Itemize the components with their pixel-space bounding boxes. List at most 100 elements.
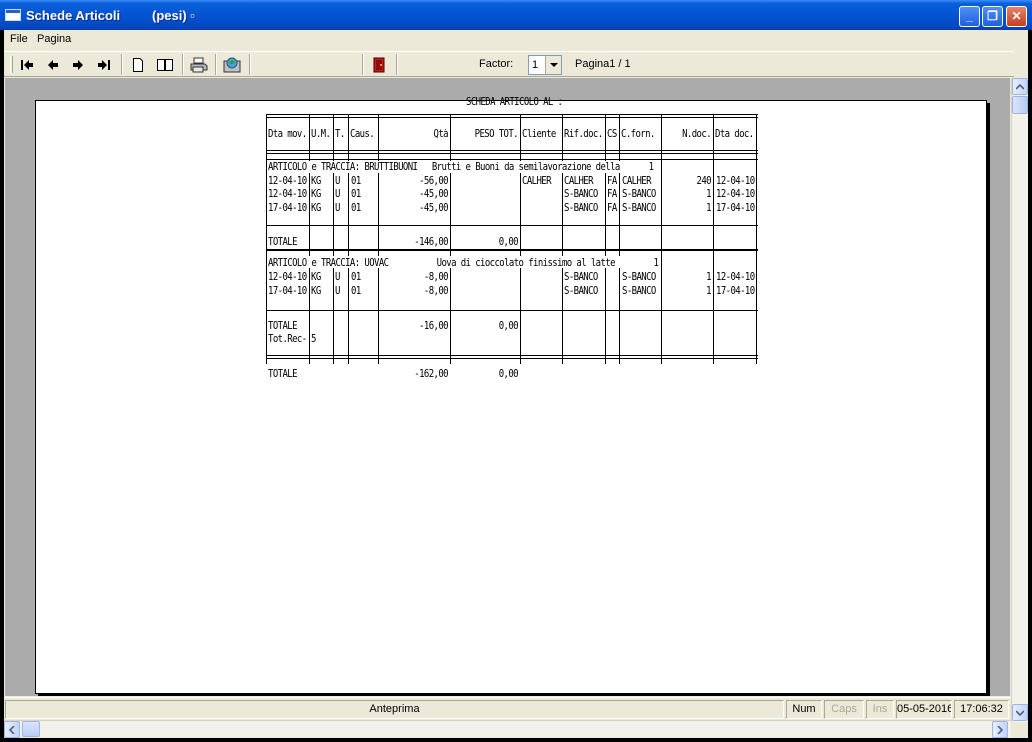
- cell-cs: FA: [607, 203, 617, 215]
- column-line: [661, 114, 662, 364]
- cell-c-forn: S-BANCO: [622, 189, 656, 201]
- window-icon[interactable]: [5, 9, 21, 21]
- cell-cs: FA: [607, 189, 617, 201]
- cell-n-doc: 1: [706, 272, 711, 284]
- group-total-label: TOTALE: [268, 321, 298, 333]
- cell-um: KG: [311, 176, 321, 188]
- title-bar: Schede Articoli (pesi) ▫ _ ❐ ✕: [0, 0, 1032, 30]
- cell-n-doc: 1: [706, 286, 711, 298]
- toolbar-separator: [182, 54, 184, 75]
- group-header: ARTICOLO e TRACCIA: BRUTTIBUONI Brutti e…: [268, 162, 654, 174]
- table-rule: [266, 249, 758, 251]
- group-total-label: TOTALE: [268, 237, 298, 249]
- grand-total-label: TOTALE: [268, 369, 298, 381]
- column-line: [713, 114, 714, 364]
- toolbar-grip[interactable]: [10, 56, 13, 73]
- print-preview-area[interactable]: SCHEDA ARTICOLO AL : Dta mov. U.M. T. Ca…: [5, 78, 1010, 696]
- cell-um: KG: [311, 203, 321, 215]
- previous-page-button[interactable]: [42, 55, 64, 74]
- cell-caus: 01: [351, 176, 361, 188]
- menu-pagina[interactable]: Pagina: [37, 33, 71, 45]
- table-rule: [266, 310, 758, 311]
- scroll-up-button[interactable]: [1012, 78, 1028, 95]
- header-dta-mov: Dta mov.: [268, 129, 307, 141]
- chevron-down-icon[interactable]: [545, 56, 561, 74]
- group-total-qty: -16,00: [419, 321, 449, 333]
- two-pages-button[interactable]: [154, 55, 176, 74]
- table-rule: [266, 114, 758, 115]
- single-page-button[interactable]: [127, 55, 149, 74]
- scroll-down-button[interactable]: [1012, 704, 1028, 721]
- last-page-button[interactable]: [93, 55, 115, 74]
- single-page-icon: [133, 57, 143, 72]
- next-page-button[interactable]: [67, 55, 89, 74]
- print-button[interactable]: [188, 55, 210, 74]
- cell-tm: U: [335, 272, 340, 284]
- cell-dta-mov: 12-04-10: [268, 176, 307, 188]
- factor-label: Factor:: [479, 58, 514, 70]
- column-line: [605, 114, 606, 364]
- maximize-button[interactable]: ❐: [982, 6, 1003, 27]
- first-page-button[interactable]: [16, 55, 38, 74]
- previous-page-icon: [48, 59, 58, 70]
- scroll-thumb-horizontal[interactable]: [22, 721, 40, 737]
- group-total-qty: -146,00: [414, 237, 448, 249]
- header-cliente: Cliente: [522, 129, 556, 141]
- factor-select[interactable]: 1: [528, 55, 562, 75]
- chevron-down-icon: [1016, 709, 1024, 716]
- cell-rif-doc: S-BANCO: [564, 189, 598, 201]
- scroll-thumb-vertical[interactable]: [1012, 96, 1028, 114]
- header-dta-doc: Dta doc.: [715, 129, 754, 141]
- table-rule: [266, 153, 758, 154]
- column-line: [562, 114, 563, 364]
- cell-dta-doc: 17-04-10: [716, 203, 755, 215]
- cell-caus: 01: [351, 203, 361, 215]
- cell-qta: -45,00: [419, 203, 449, 215]
- cell-um: KG: [311, 189, 321, 201]
- header-peso-tot: PESO TOT.: [474, 129, 519, 141]
- cell-qta: -56,00: [419, 176, 449, 188]
- table-rule: [266, 225, 758, 226]
- exit-button[interactable]: [368, 55, 390, 74]
- next-page-icon: [73, 59, 83, 70]
- factor-value: 1: [532, 59, 539, 71]
- cell-rif-doc: S-BANCO: [564, 203, 598, 215]
- cell-c-forn: S-BANCO: [622, 203, 656, 215]
- cell-qta: -45,00: [419, 189, 449, 201]
- header-cs: CS: [607, 129, 617, 141]
- menu-file[interactable]: File: [10, 33, 28, 45]
- toolbar: Factor: 1 Pagina1 / 1: [4, 51, 1014, 77]
- export-icon: [223, 57, 241, 72]
- vertical-scrollbar[interactable]: [1011, 78, 1028, 722]
- cell-tm: U: [335, 176, 340, 188]
- header-um: U.M.: [311, 129, 331, 141]
- table-border-left: [266, 114, 267, 364]
- cell-dta-doc: 12-04-10: [716, 176, 755, 188]
- export-button[interactable]: [221, 55, 243, 74]
- column-line: [520, 114, 521, 364]
- horizontal-scrollbar[interactable]: [4, 720, 1011, 738]
- cell-rif-doc: CALHER: [564, 176, 594, 188]
- report-table: SCHEDA ARTICOLO AL : Dta mov. U.M. T. Ca…: [266, 97, 760, 401]
- two-pages-icon: [157, 59, 173, 71]
- header-rif-doc: Rif.doc.: [564, 129, 603, 141]
- cell-caus: 01: [351, 286, 361, 298]
- records-value: 5: [311, 334, 316, 346]
- grand-total-qty: -162,00: [414, 369, 448, 381]
- toolbar-separator: [249, 54, 251, 75]
- status-ins: Ins: [866, 700, 894, 719]
- chevron-left-icon: [9, 725, 15, 734]
- cell-rif-doc: S-BANCO: [564, 286, 598, 298]
- minimize-button[interactable]: _: [959, 6, 980, 27]
- cell-c-forn: S-BANCO: [622, 272, 656, 284]
- cell-n-doc: 240: [696, 176, 712, 188]
- status-mode: Anteprima: [5, 700, 784, 719]
- toolbar-separator: [121, 54, 123, 75]
- scroll-left-button[interactable]: [4, 721, 20, 738]
- scroll-right-button[interactable]: [992, 721, 1008, 738]
- table-border-right: [756, 114, 757, 364]
- cell-dta-doc: 12-04-10: [716, 272, 755, 284]
- cell-dta-mov: 17-04-10: [268, 203, 307, 215]
- close-button[interactable]: ✕: [1006, 6, 1027, 27]
- header-caus: Caus.: [350, 129, 375, 141]
